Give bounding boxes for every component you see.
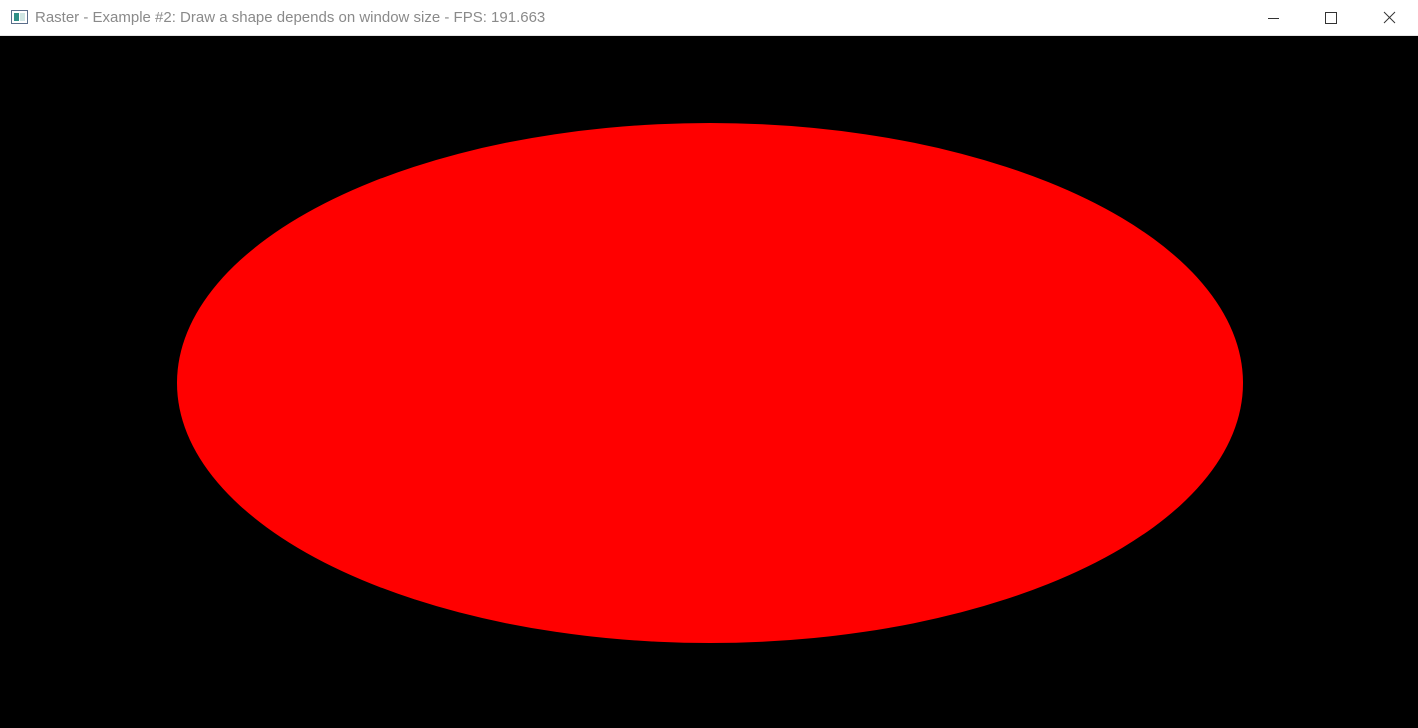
app-window: Raster - Example #2: Draw a shape depend… bbox=[0, 0, 1418, 728]
close-icon bbox=[1383, 11, 1396, 24]
red-ellipse bbox=[177, 123, 1243, 643]
app-window-icon[interactable] bbox=[11, 10, 28, 24]
maximize-button[interactable] bbox=[1308, 0, 1354, 36]
minimize-icon bbox=[1268, 18, 1279, 19]
render-canvas[interactable] bbox=[0, 36, 1418, 728]
close-button[interactable] bbox=[1366, 0, 1412, 36]
app-icon-pane-left bbox=[14, 13, 19, 21]
canvas-surface bbox=[177, 123, 1243, 643]
window-title: Raster - Example #2: Draw a shape depend… bbox=[35, 9, 546, 26]
maximize-icon bbox=[1325, 12, 1337, 24]
minimize-button[interactable] bbox=[1250, 0, 1296, 36]
app-icon-pane-right bbox=[20, 13, 25, 21]
title-bar[interactable]: Raster - Example #2: Draw a shape depend… bbox=[0, 0, 1418, 36]
